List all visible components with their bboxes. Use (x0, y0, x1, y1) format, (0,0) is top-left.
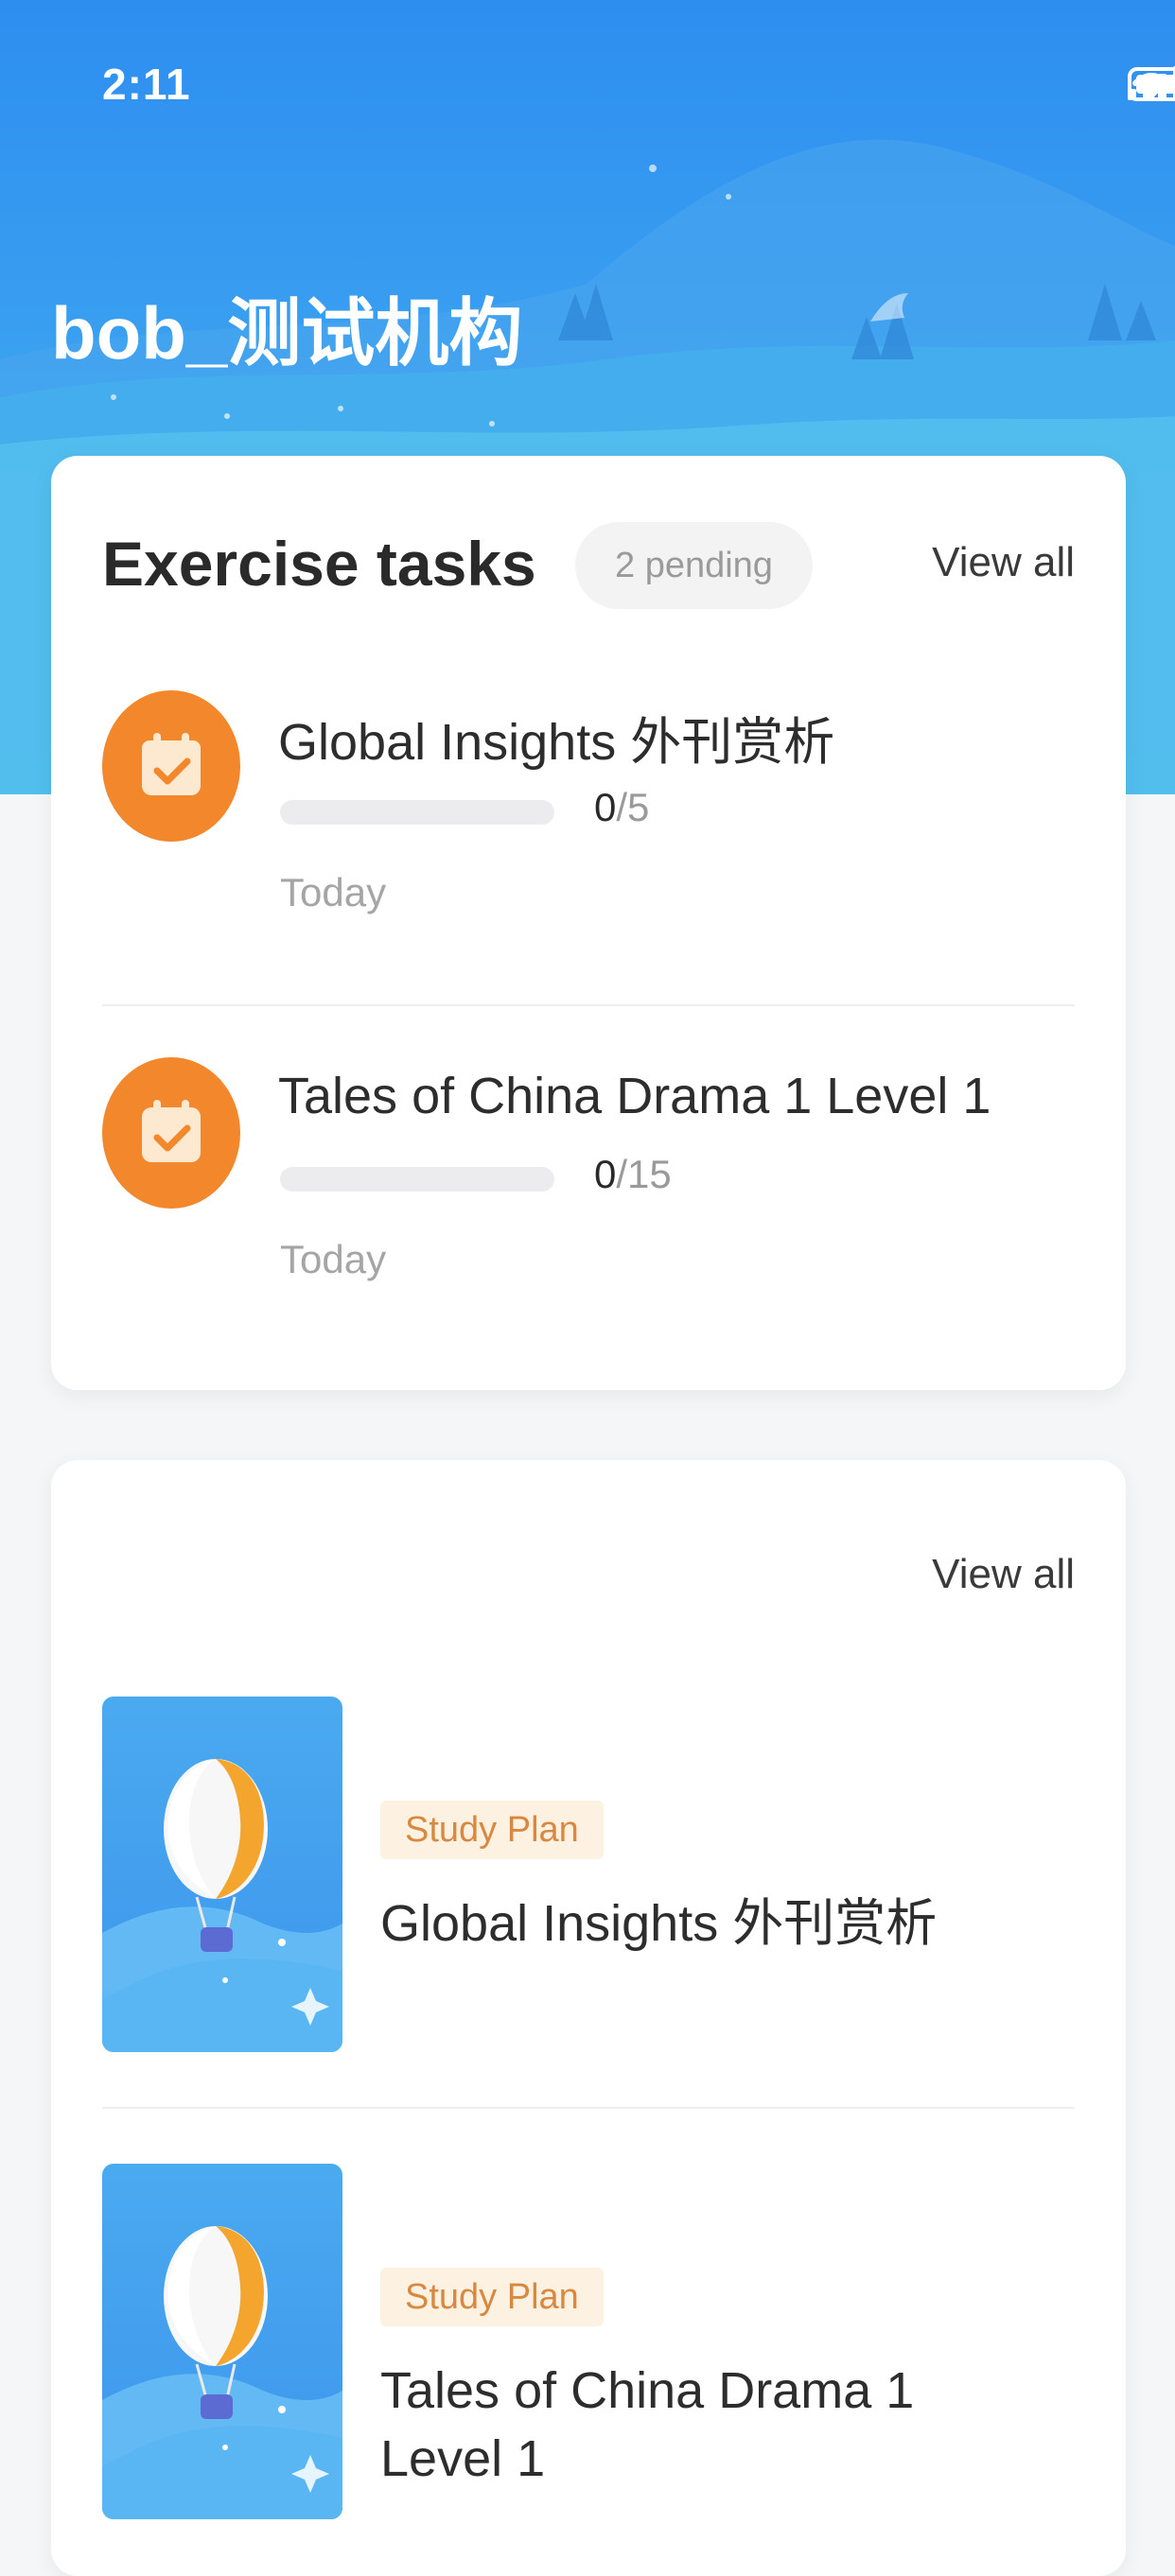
plan-badge: Study Plan (380, 2268, 604, 2326)
plan-item[interactable]: Study Plan Tales of China Drama 1 Level … (102, 2164, 1075, 2523)
exercise-tasks-header: Exercise tasks 2 pending View all (102, 522, 1075, 617)
calendar-check-icon (102, 1057, 240, 1209)
battery-icon (1128, 67, 1175, 101)
plan-item[interactable]: Study Plan Global Insights 外刊赏析 (102, 1697, 1075, 2056)
task-item[interactable]: Tales of China Drama 1 Level 1 0/15 Toda… (102, 1057, 1075, 1398)
progress-total: /15 (616, 1152, 672, 1196)
section-title: Exercise tasks (102, 529, 536, 599)
task-title: Global Insights 外刊赏析 (278, 714, 835, 771)
task-date: Today (280, 1237, 387, 1281)
plan-cover-image (102, 1697, 342, 2052)
task-item[interactable]: Global Insights 外刊赏析 0/5 Today (102, 690, 1075, 1031)
task-progress-bar (280, 1167, 554, 1192)
status-time: 2:11 (102, 60, 191, 109)
plan-badge: Study Plan (380, 1801, 604, 1859)
study-plans-card: View all Study Plan Global Insights 外刊赏析 (51, 1460, 1126, 2576)
exercise-tasks-card: Exercise tasks 2 pending View all Global… (51, 456, 1126, 1390)
plan-title: Global Insights 外刊赏析 (380, 1895, 938, 1952)
task-title: Tales of China Drama 1 Level 1 (278, 1068, 991, 1124)
progress-done: 0 (594, 1152, 617, 1196)
hot-air-balloon-icon (102, 2226, 342, 2519)
divider (102, 1004, 1075, 1006)
task-progress-bar (280, 800, 554, 825)
progress-done: 0 (594, 785, 617, 829)
calendar-check-icon (102, 690, 240, 842)
task-progress-text: 0/15 (594, 1152, 672, 1197)
organization-title: bob_测试机构 (51, 291, 523, 374)
view-all-tasks-link[interactable]: View all (932, 539, 1075, 586)
status-bar: 2:11 (0, 0, 1175, 170)
view-all-plans-link[interactable]: View all (932, 1551, 1075, 1598)
plan-cover-image (102, 2164, 342, 2519)
divider (102, 2107, 1075, 2109)
pending-badge: 2 pending (575, 522, 813, 609)
plan-title: Tales of China Drama 1 Level 1 (380, 2362, 915, 2487)
progress-total: /5 (616, 785, 650, 829)
task-date: Today (280, 870, 387, 914)
task-progress-text: 0/5 (594, 785, 649, 830)
hot-air-balloon-icon (102, 1759, 342, 2052)
